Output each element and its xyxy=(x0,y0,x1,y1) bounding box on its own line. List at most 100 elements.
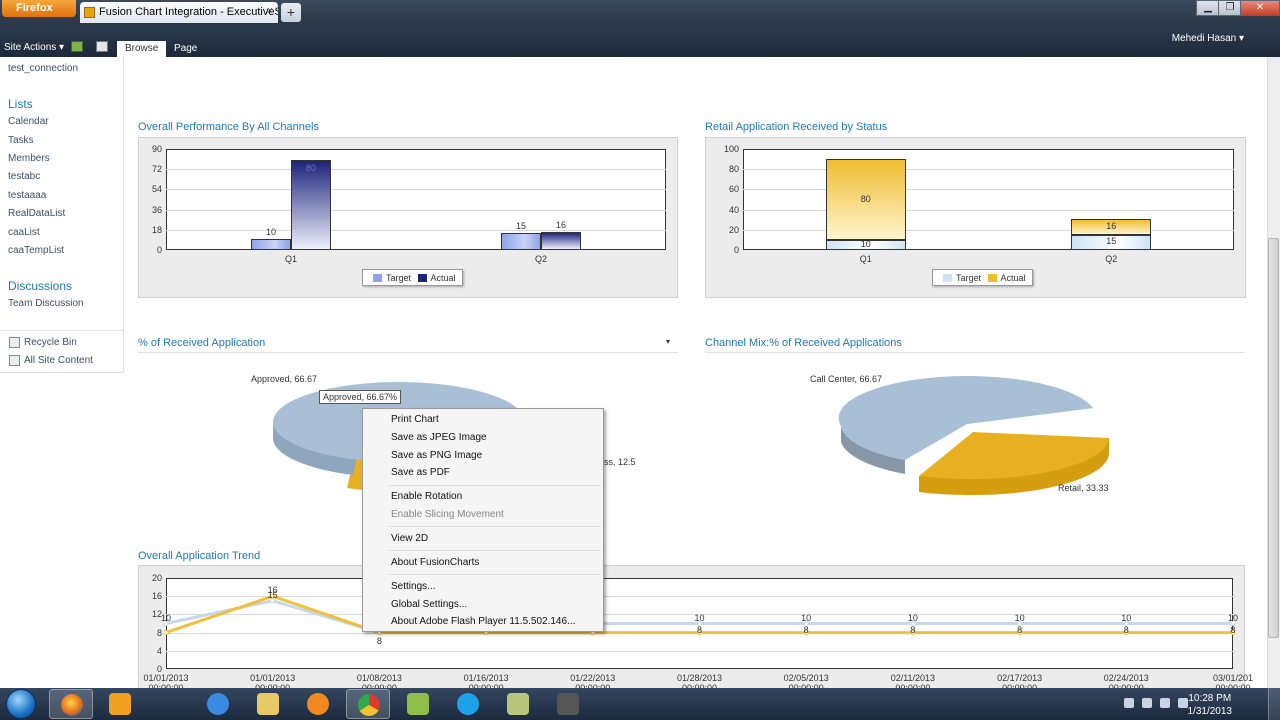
menu-separator xyxy=(389,526,601,527)
page-scrollbar-thumb[interactable] xyxy=(1268,238,1279,638)
nav-item-test-connection[interactable]: test_connection xyxy=(8,63,78,74)
start-button[interactable] xyxy=(2,688,40,720)
taskbar-app-8[interactable] xyxy=(496,689,540,719)
y-axis-tick-label: 8 xyxy=(156,627,162,638)
nav-item-realdatalist[interactable]: RealDataList xyxy=(8,208,65,219)
nav-item-tasks[interactable]: Tasks xyxy=(8,135,34,146)
nav-heading-discussions[interactable]: Discussions xyxy=(8,279,72,293)
sharepoint-ribbon: Site Actions ▾ Browse Page Mehedi Hasan … xyxy=(0,25,1280,57)
nav-heading-lists[interactable]: Lists xyxy=(8,97,33,111)
nav-item-testabc[interactable]: testabc xyxy=(8,171,40,182)
menu-item-enable-rotation[interactable]: Enable Rotation xyxy=(391,491,462,502)
chart-channel-pie[interactable] xyxy=(835,368,1120,498)
nav-item-caalist[interactable]: caaList xyxy=(8,227,40,238)
menu-item-save-pdf[interactable]: Save as PDF xyxy=(391,467,450,478)
edit-page-icon[interactable] xyxy=(96,41,108,52)
nav-item-recycle-bin[interactable]: Recycle Bin xyxy=(24,337,77,348)
bar-value-label: 16 xyxy=(1106,220,1117,231)
x-axis-tick-label: Q2 xyxy=(534,254,547,264)
nav-item-calendar[interactable]: Calendar xyxy=(8,116,49,127)
navigate-up-icon[interactable] xyxy=(71,41,83,52)
menu-item-about-flash[interactable]: About Adobe Flash Player 11.5.502.146... xyxy=(391,616,575,627)
show-desktop-button[interactable] xyxy=(1268,688,1280,720)
bar-value-label: 10 xyxy=(265,226,276,237)
chart-plot-frame xyxy=(743,149,1234,250)
minimize-icon[interactable]: ▁ xyxy=(1196,0,1220,16)
chart-context-menu: Print Chart Save as JPEG Image Save as P… xyxy=(362,408,604,632)
webpart-divider xyxy=(705,352,1245,353)
x-axis-tick-label: Q1 xyxy=(284,254,297,264)
nav-item-caatemplist[interactable]: caaTempList xyxy=(8,245,64,256)
webpart-menu-icon[interactable]: ▾ xyxy=(666,337,670,346)
trend-value-label: 10 xyxy=(160,612,171,623)
taskbar-firefox[interactable] xyxy=(49,689,93,719)
menu-separator xyxy=(389,485,601,486)
trend-value-label: 10 xyxy=(1227,612,1238,623)
y-axis-tick-label: 0 xyxy=(156,245,162,255)
tray-arrow-icon[interactable] xyxy=(1124,698,1134,708)
browser-titlebar: Firefox Fusion Chart Integration - Execu… xyxy=(0,0,1280,25)
user-menu[interactable]: Mehedi Hasan ▾ xyxy=(1172,33,1244,44)
menu-item-global-settings[interactable]: Global Settings... xyxy=(391,599,467,610)
browser-tab-active[interactable]: Fusion Chart Integration - ExecutiveSum.… xyxy=(80,2,278,23)
y-axis-tick-label: 80 xyxy=(728,164,739,175)
legend-actual-icon xyxy=(417,274,427,282)
tray-volume-icon[interactable] xyxy=(1160,698,1170,708)
x-axis-tick-label: 01/01/2013 xyxy=(250,673,296,683)
nav-item-members[interactable]: Members xyxy=(8,153,50,164)
close-window-icon[interactable]: ✕ xyxy=(1240,0,1280,16)
section-title-received: % of Received Application xyxy=(138,337,266,349)
outlook-icon xyxy=(109,693,131,715)
taskbar-app-4[interactable] xyxy=(296,689,340,719)
y-axis-tick-label: 100 xyxy=(723,144,739,154)
legend-label: Actual xyxy=(1000,273,1026,283)
tab-close-icon[interactable]: × xyxy=(267,5,273,17)
tray-flag-icon[interactable] xyxy=(1178,698,1188,708)
nav-item-all-site-content[interactable]: All Site Content xyxy=(24,355,93,366)
windows-taskbar: 10:28 PM 1/31/2013 xyxy=(0,688,1280,720)
restore-icon[interactable]: ❐ xyxy=(1218,0,1242,16)
taskbar-app-9[interactable] xyxy=(546,689,590,719)
y-axis-tick-label: 54 xyxy=(151,184,162,195)
y-axis-tick-label: 0 xyxy=(733,245,739,255)
pie-label-small: ss, 12.5 xyxy=(604,457,636,467)
menu-item-settings[interactable]: Settings... xyxy=(391,581,435,592)
menu-separator xyxy=(389,550,601,551)
bar-value-label: 80 xyxy=(305,163,316,174)
tab-browse[interactable]: Browse xyxy=(117,41,167,57)
y-axis-tick-label: 90 xyxy=(151,144,162,154)
menu-item-save-jpeg[interactable]: Save as JPEG Image xyxy=(391,432,487,443)
section-title-channel: Channel Mix:% of Received Applications xyxy=(705,337,902,349)
taskbar-app-1[interactable] xyxy=(98,689,142,719)
bar-value-label: 80 xyxy=(860,193,871,204)
menu-item-about-fusioncharts[interactable]: About FusionCharts xyxy=(391,557,479,568)
clock-date: 1/31/2013 xyxy=(1187,706,1233,717)
trend-value-label: 8 xyxy=(803,624,809,635)
legend-target-icon xyxy=(943,274,952,282)
firefox-icon xyxy=(61,694,83,716)
tab-page[interactable]: Page xyxy=(166,41,205,57)
taskbar-app-6[interactable] xyxy=(396,689,440,719)
menu-item-view-2d[interactable]: View 2D xyxy=(391,533,428,544)
nav-item-team-discussion[interactable]: Team Discussion xyxy=(8,298,84,309)
taskbar-app-2[interactable] xyxy=(196,689,240,719)
menu-item-print-chart[interactable]: Print Chart xyxy=(391,414,439,425)
firefox-menu-button[interactable]: Firefox xyxy=(2,0,76,17)
trend-value-label: 8 xyxy=(696,624,702,635)
taskbar-app-3[interactable] xyxy=(246,689,290,719)
notepad-icon xyxy=(507,693,529,715)
trend-value-label: 8 xyxy=(1123,624,1129,635)
nav-item-testaaaa[interactable]: testaaaa xyxy=(8,190,46,201)
tray-network-icon[interactable] xyxy=(1142,698,1152,708)
taskbar-clock[interactable]: 10:28 PM 1/31/2013 xyxy=(1188,692,1233,718)
trend-value-label: 8 xyxy=(1230,624,1236,635)
site-actions-menu[interactable]: Site Actions ▾ xyxy=(4,42,64,53)
y-axis-tick-label: 4 xyxy=(156,645,162,656)
trend-value-label: 16 xyxy=(267,585,278,596)
taskbar-app-7[interactable] xyxy=(446,689,490,719)
taskbar-app-5[interactable] xyxy=(346,689,390,719)
trend-value-label: 10 xyxy=(1014,612,1025,623)
chart-overall-legend: Target Actual xyxy=(362,269,463,286)
menu-item-save-png[interactable]: Save as PNG Image xyxy=(391,450,482,461)
new-tab-button[interactable]: + xyxy=(281,3,301,22)
